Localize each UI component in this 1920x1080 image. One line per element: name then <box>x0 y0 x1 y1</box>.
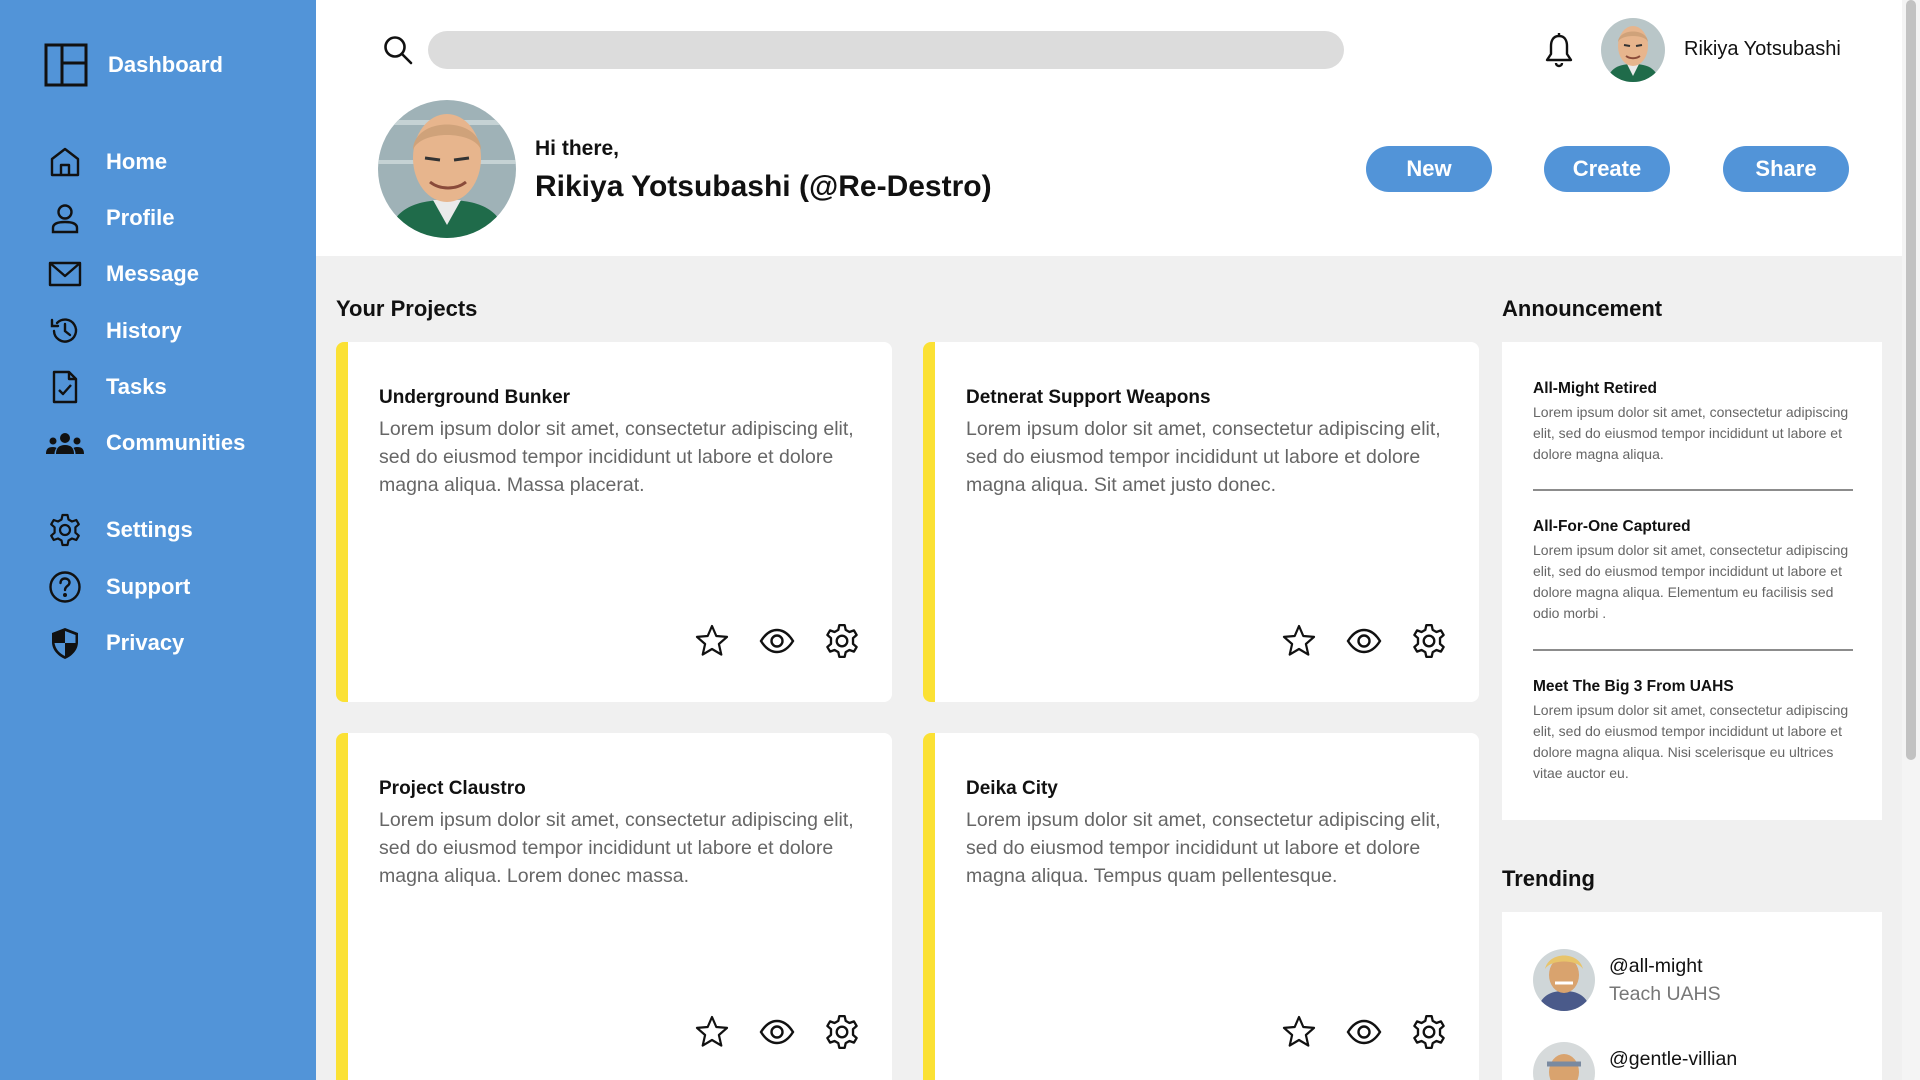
gear-icon[interactable] <box>824 623 860 659</box>
project-title: Project Claustro <box>379 778 526 799</box>
project-card[interactable]: Underground Bunker Lorem ipsum dolor sit… <box>336 342 892 702</box>
trending-handle: @all-might <box>1609 955 1703 977</box>
search-icon[interactable] <box>382 34 414 66</box>
gear-icon[interactable] <box>1411 1014 1447 1050</box>
sidebar-item-settings[interactable]: Settings <box>48 510 193 550</box>
sidebar-item-label: Message <box>106 261 199 286</box>
sidebar-item-label: Home <box>106 149 168 174</box>
trending-avatar <box>1533 1042 1595 1080</box>
sidebar-item-label: History <box>106 318 182 343</box>
sidebar-item-label: Communities <box>106 430 246 455</box>
task-icon <box>52 370 78 404</box>
announcement-body: Lorem ipsum dolor sit amet, consectetur … <box>1533 404 1849 462</box>
profile-avatar-image <box>378 100 516 238</box>
announcement-title: Meet The Big 3 From UAHS <box>1533 678 1734 695</box>
star-icon[interactable] <box>694 623 730 659</box>
user-avatar-image <box>1601 18 1665 82</box>
trending-panel: @all-might Teach UAHS @gentle-villian <box>1502 912 1882 1080</box>
eye-icon[interactable] <box>759 623 795 659</box>
sidebar-item-home[interactable]: Home <box>48 142 167 182</box>
sidebar-item-label: Settings <box>106 517 193 542</box>
create-button[interactable]: Create <box>1544 146 1670 192</box>
home-icon <box>50 147 80 177</box>
user-avatar[interactable] <box>1601 18 1665 82</box>
new-button[interactable]: New <box>1366 146 1492 192</box>
star-icon[interactable] <box>1281 1014 1317 1050</box>
trending-handle: @gentle-villian <box>1609 1048 1738 1070</box>
announcement-section-title: Announcement <box>1502 296 1663 321</box>
eye-icon[interactable] <box>1346 623 1382 659</box>
envelope-icon <box>48 261 82 287</box>
profile-fullname: Rikiya Yotsubashi (@Re-Destro) <box>535 170 992 203</box>
scrollbar-thumb[interactable] <box>1906 0 1916 760</box>
trending-subtitle: Teach UAHS <box>1609 983 1721 1005</box>
trending-avatar <box>1533 949 1595 1011</box>
header-username[interactable]: Rikiya Yotsubashi <box>1684 38 1841 61</box>
sidebar-item-label: Support <box>106 574 191 599</box>
announcement-divider <box>1533 649 1853 651</box>
project-title: Underground Bunker <box>379 387 571 408</box>
announcement-body: Lorem ipsum dolor sit amet, consectetur … <box>1533 702 1849 781</box>
project-card[interactable]: Detnerat Support Weapons Lorem ipsum dol… <box>923 342 1479 702</box>
profile-avatar <box>378 100 516 238</box>
star-icon[interactable] <box>1281 623 1317 659</box>
history-icon <box>50 318 78 343</box>
announcement-divider <box>1533 489 1853 491</box>
announcement-item[interactable]: All-For-One Captured Lorem ipsum dolor s… <box>1533 518 1853 624</box>
eye-icon[interactable] <box>1346 1014 1382 1050</box>
sidebar-item-label: Privacy <box>106 630 185 655</box>
greeting-text: Hi there, <box>535 137 620 160</box>
shield-icon <box>52 628 78 659</box>
project-card[interactable]: Deika City Lorem ipsum dolor sit amet, c… <box>923 733 1479 1080</box>
announcement-body: Lorem ipsum dolor sit amet, consectetur … <box>1533 542 1849 621</box>
sidebar-item-label: Profile <box>106 205 175 230</box>
sidebar-item-support[interactable]: Support <box>48 567 190 607</box>
sidebar-item-communities[interactable]: Communities <box>46 423 245 463</box>
project-description: Lorem ipsum dolor sit amet, consectetur … <box>966 418 1441 496</box>
announcement-item[interactable]: Meet The Big 3 From UAHS Lorem ipsum dol… <box>1533 678 1853 784</box>
sidebar-item-history[interactable]: History <box>48 311 182 351</box>
project-title: Deika City <box>966 778 1058 799</box>
sidebar-item-message[interactable]: Message <box>48 254 199 294</box>
announcement-title: All-For-One Captured <box>1533 518 1691 535</box>
project-description: Lorem ipsum dolor sit amet, consectetur … <box>966 809 1441 887</box>
question-icon <box>49 571 81 603</box>
projects-section-title: Your Projects <box>336 296 478 321</box>
trending-section-title: Trending <box>1502 866 1595 891</box>
sidebar-item-label: Tasks <box>106 374 167 399</box>
top-header: Rikiya Yotsubashi Hi there, Rikiya Yotsu… <box>316 0 1902 256</box>
sidebar-item-tasks[interactable]: Tasks <box>48 367 167 407</box>
dashboard-brand[interactable]: Dashboard <box>44 42 223 88</box>
eye-icon[interactable] <box>759 1014 795 1050</box>
gear-icon[interactable] <box>824 1014 860 1050</box>
announcement-title: All-Might Retired <box>1533 380 1657 397</box>
brand-label: Dashboard <box>108 52 223 77</box>
project-description: Lorem ipsum dolor sit amet, consectetur … <box>379 809 854 887</box>
project-title: Detnerat Support Weapons <box>966 387 1211 408</box>
sidebar-item-profile[interactable]: Profile <box>48 198 174 238</box>
project-description: Lorem ipsum dolor sit amet, consectetur … <box>379 418 854 496</box>
share-button[interactable]: Share <box>1723 146 1849 192</box>
dashboard-layout-icon <box>44 43 88 87</box>
bell-icon[interactable] <box>1544 32 1574 68</box>
search-input[interactable] <box>428 31 1344 69</box>
sidebar: Dashboard Home Profile Message History T… <box>0 0 316 1080</box>
project-card[interactable]: Project Claustro Lorem ipsum dolor sit a… <box>336 733 892 1080</box>
gear-icon[interactable] <box>1411 623 1447 659</box>
sidebar-item-privacy[interactable]: Privacy <box>48 623 184 663</box>
gear-icon <box>50 513 80 547</box>
announcement-item[interactable]: All-Might Retired Lorem ipsum dolor sit … <box>1533 380 1853 465</box>
announcement-panel: All-Might Retired Lorem ipsum dolor sit … <box>1502 342 1882 820</box>
group-icon <box>46 433 84 454</box>
person-icon <box>51 204 79 234</box>
star-icon[interactable] <box>694 1014 730 1050</box>
